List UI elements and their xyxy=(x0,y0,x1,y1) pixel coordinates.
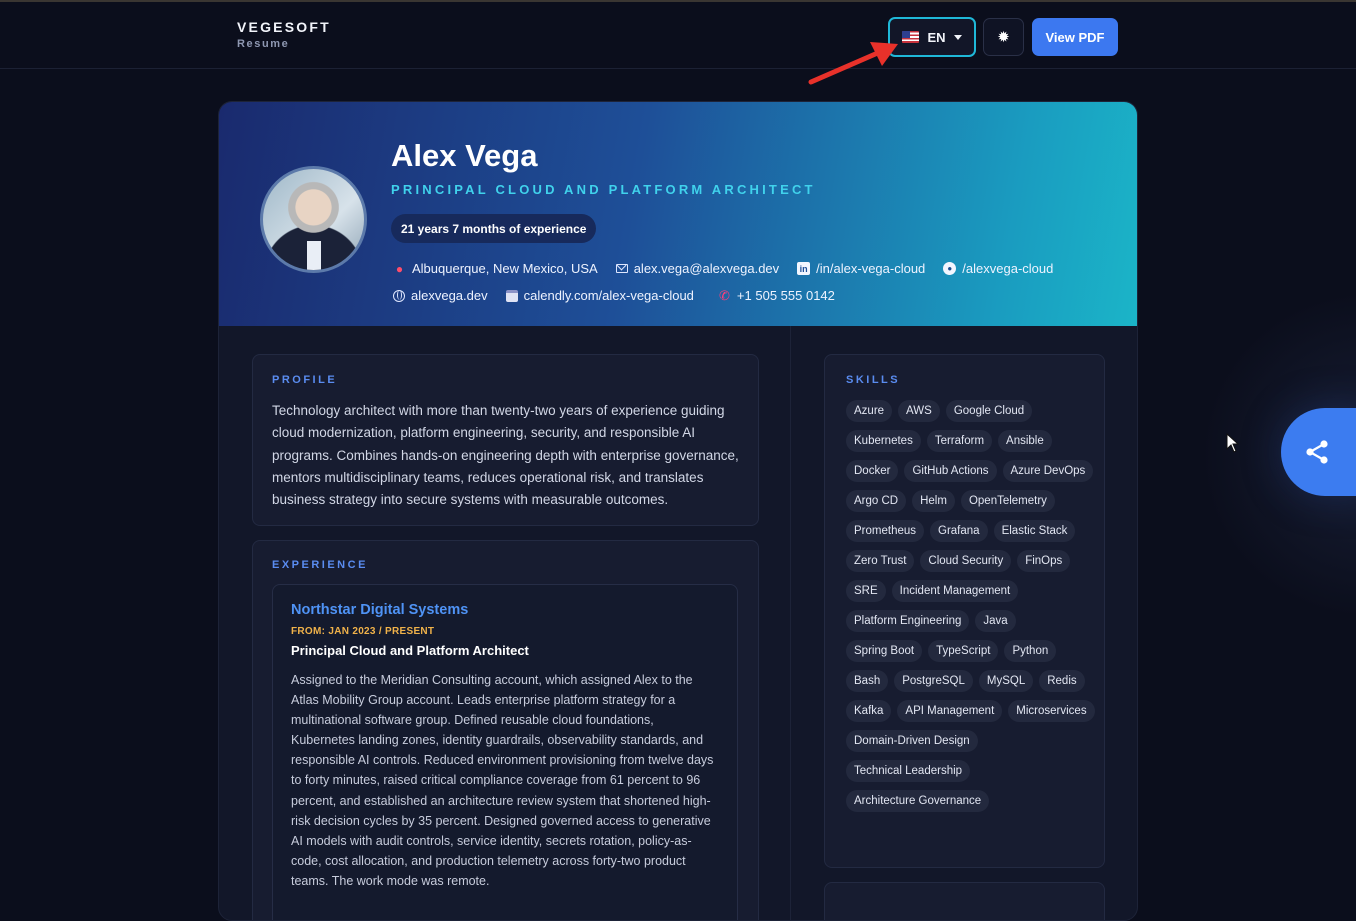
profile-section: PROFILE Technology architect with more t… xyxy=(252,354,759,526)
skill-chip[interactable]: Bash xyxy=(846,670,889,692)
contact-text: alex.vega@alexvega.dev xyxy=(633,261,780,276)
skill-chip[interactable]: Incident Management xyxy=(891,580,1019,602)
column-divider xyxy=(790,326,791,920)
skill-chip[interactable]: OpenTelemetry xyxy=(960,490,1055,512)
contact-website[interactable]: alexvega.dev xyxy=(393,288,488,303)
profile-summary: Technology architect with more than twen… xyxy=(272,403,739,508)
contact-github[interactable]: ● /alexvega-cloud xyxy=(943,261,1053,276)
section-heading: EXPERIENCE xyxy=(272,559,368,571)
avatar xyxy=(260,166,367,273)
section-heading: SKILLS xyxy=(846,374,901,386)
brand-subtitle: Resume xyxy=(237,38,290,50)
skill-chip[interactable]: Google Cloud xyxy=(945,400,1033,422)
contact-text: /alexvega-cloud xyxy=(962,261,1054,276)
skill-chip[interactable]: Grafana xyxy=(930,520,988,542)
us-flag-icon xyxy=(902,31,920,43)
skill-chip[interactable]: Redis xyxy=(1039,670,1085,692)
skill-chip[interactable]: Cloud Security xyxy=(920,550,1012,572)
resume-card: Alex Vega PRINCIPAL CLOUD AND PLATFORM A… xyxy=(218,101,1138,921)
resume-header: Alex Vega PRINCIPAL CLOUD AND PLATFORM A… xyxy=(219,102,1137,326)
location-pin-icon: ● xyxy=(395,261,404,276)
share-icon xyxy=(1306,440,1328,464)
skill-chip[interactable]: Architecture Governance xyxy=(846,790,990,812)
skill-chip[interactable]: MySQL xyxy=(978,670,1034,692)
sun-icon: ✹ xyxy=(997,29,1010,46)
github-icon: ● xyxy=(943,262,957,275)
top-navbar: VEGESOFT Resume EN ✹ View PDF xyxy=(0,2,1356,69)
skill-chip[interactable]: AWS xyxy=(898,400,940,422)
experience-badge: 21 years 7 months of experience xyxy=(391,214,597,243)
skill-chip[interactable]: Ansible xyxy=(998,430,1052,452)
language-code: EN xyxy=(927,29,946,45)
contact-row: ● Albuquerque, New Mexico, USA alex.vega… xyxy=(393,255,1113,282)
experience-section: EXPERIENCE Northstar Digital Systems FRO… xyxy=(252,540,759,920)
skill-chip[interactable]: Microservices xyxy=(1008,700,1095,722)
phone-icon: ✆ xyxy=(718,287,730,303)
contact-email[interactable]: alex.vega@alexvega.dev xyxy=(615,261,780,276)
chevron-down-icon xyxy=(953,34,962,40)
skill-chip[interactable]: FinOps xyxy=(1017,550,1071,572)
view-pdf-button[interactable]: View PDF xyxy=(1032,18,1118,56)
brand-name: VEGESOFT xyxy=(237,19,331,35)
brand[interactable]: VEGESOFT Resume xyxy=(237,19,331,50)
contact-text: +1 505 555 0142 xyxy=(736,288,835,303)
contact-phone[interactable]: ✆ +1 505 555 0142 xyxy=(718,287,835,304)
theme-toggle-button[interactable]: ✹ xyxy=(983,18,1024,56)
skill-chip[interactable]: Helm xyxy=(912,490,955,512)
skill-chip[interactable]: Kubernetes xyxy=(846,430,921,452)
job-entry: Northstar Digital Systems FROM: JAN 2023… xyxy=(272,584,738,920)
skill-chip[interactable]: Java xyxy=(975,610,1016,632)
skill-chip[interactable]: Technical Leadership xyxy=(846,760,971,782)
person-name: Alex Vega xyxy=(391,138,538,173)
next-section xyxy=(824,882,1105,920)
skill-chip[interactable]: Kafka xyxy=(846,700,892,722)
skill-chip[interactable]: Azure xyxy=(846,400,893,422)
contact-text: alexvega.dev xyxy=(411,288,488,303)
job-dates: FROM: JAN 2023 / PRESENT xyxy=(291,626,435,637)
skill-chip[interactable]: PostgreSQL xyxy=(894,670,973,692)
skill-chip[interactable]: Azure DevOps xyxy=(1002,460,1094,482)
skill-chip[interactable]: SRE xyxy=(846,580,886,602)
skill-chip[interactable]: Zero Trust xyxy=(846,550,915,572)
mouse-cursor-icon xyxy=(1226,433,1240,453)
skill-chip[interactable]: Argo CD xyxy=(846,490,907,512)
skill-chip[interactable]: Domain-Driven Design xyxy=(846,730,978,752)
contact-row: alexvega.dev calendly.com/alex-vega-clou… xyxy=(393,282,1113,309)
skill-chip[interactable]: Python xyxy=(1004,640,1057,662)
skill-chip[interactable]: Docker xyxy=(846,460,899,482)
annotation-arrow-icon xyxy=(808,42,898,85)
skill-chip[interactable]: Spring Boot xyxy=(846,640,923,662)
skill-chip[interactable]: Elastic Stack xyxy=(993,520,1076,542)
skills-section: SKILLS Azure AWS Google Cloud Kubernetes Ter… xyxy=(824,354,1105,868)
company-name[interactable]: Northstar Digital Systems xyxy=(291,602,468,618)
contact-text: calendly.com/alex-vega-cloud xyxy=(523,288,694,303)
job-description: Assigned to the Meridian Consulting acco… xyxy=(291,673,714,888)
contact-text: /in/alex-vega-cloud xyxy=(816,261,926,276)
contact-text: Albuquerque, New Mexico, USA xyxy=(412,261,598,276)
job-title: PRINCIPAL CLOUD AND PLATFORM ARCHITECT xyxy=(391,182,816,197)
mail-icon xyxy=(615,264,628,273)
language-selector-button[interactable]: EN xyxy=(888,17,976,57)
contact-location: ● Albuquerque, New Mexico, USA xyxy=(393,261,598,276)
skill-chip[interactable]: API Management xyxy=(897,700,1003,722)
skill-chip[interactable]: Prometheus xyxy=(846,520,925,542)
skill-chip[interactable]: TypeScript xyxy=(928,640,999,662)
skill-list: Azure AWS Google Cloud Kubernetes Terraform A… xyxy=(846,400,1096,812)
skill-chip[interactable]: Terraform xyxy=(926,430,993,452)
skill-chip[interactable]: Platform Engineering xyxy=(846,610,970,632)
contact-list: ● Albuquerque, New Mexico, USA alex.vega… xyxy=(393,255,1113,309)
globe-icon xyxy=(393,289,405,302)
linkedin-icon: in xyxy=(797,262,811,275)
job-role: Principal Cloud and Platform Architect xyxy=(291,643,529,658)
skill-chip[interactable]: GitHub Actions xyxy=(904,460,997,482)
calendar-icon xyxy=(505,289,518,302)
contact-calendly[interactable]: calendly.com/alex-vega-cloud xyxy=(505,288,694,303)
section-heading: PROFILE xyxy=(272,374,338,386)
contact-linkedin[interactable]: in /in/alex-vega-cloud xyxy=(797,261,925,276)
